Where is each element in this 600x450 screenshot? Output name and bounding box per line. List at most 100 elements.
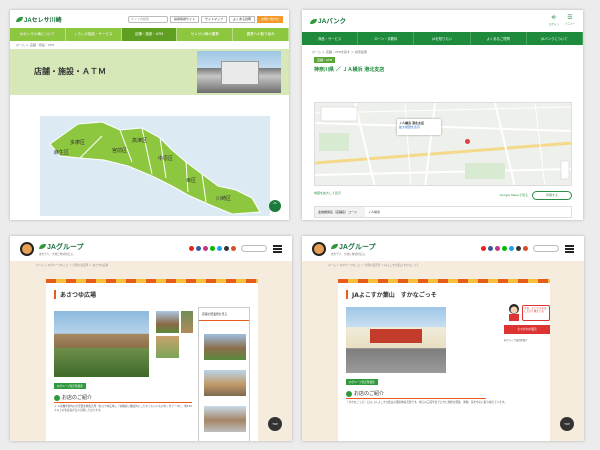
door-icon: ⎆ xyxy=(551,14,557,21)
content-card: JAよこすか葉山 すかなごっそ 今日、どこから来ましたか？教えてね ちゃがわの販… xyxy=(338,279,550,441)
district-label[interactable]: 中原区 xyxy=(158,155,173,162)
breadcrumb: ホーム ＞ 店舗・ATMを探す ＞ 検索結果 xyxy=(312,50,367,54)
nav-item-faq[interactable]: よくあるご質問 xyxy=(471,32,527,45)
search-input[interactable]: サイト内検索 xyxy=(127,15,168,23)
district-label[interactable]: 宮前区 xyxy=(112,147,127,154)
popup-link[interactable]: 拡大地図を表示 xyxy=(399,125,439,129)
instagram-icon[interactable] xyxy=(495,246,500,251)
site-logo[interactable]: JAセレサ川崎 xyxy=(16,15,62,24)
section-heading: お店のご紹介 xyxy=(54,394,192,403)
facebook-icon[interactable] xyxy=(196,246,201,251)
menu-button[interactable]: ☰ メニュー xyxy=(565,14,575,26)
breadcrumb: ホーム ＞ JAグループのこと ＞ 全国の直売所 ＞ JAよこすか葉山 すかなご… xyxy=(328,264,419,267)
info-table-row: 金融機関名（店舗名）コード ＪＡ横浜 xyxy=(314,206,572,218)
site-logo[interactable]: JAグループ 食を守り、大地と地域を結ぶ。 xyxy=(331,242,376,256)
shop-thumb[interactable] xyxy=(156,311,179,333)
note-icon[interactable] xyxy=(523,246,528,251)
page-top-button[interactable]: ^ xyxy=(269,200,281,212)
category-badge: 店舗・ATM xyxy=(314,57,336,63)
note-icon[interactable] xyxy=(231,246,236,251)
nav-item-products[interactable]: 商品・サービス xyxy=(302,32,359,45)
leaf-icon xyxy=(331,244,338,250)
contact-button[interactable]: お問い合わせ xyxy=(256,15,283,23)
nav-item-services[interactable]: くらしの相談・サービス xyxy=(66,28,122,41)
header-button-recruit[interactable]: 採用情報サイト xyxy=(169,15,199,23)
hamburger-icon[interactable] xyxy=(565,244,574,253)
youtube-icon[interactable] xyxy=(481,246,486,251)
nav-item-agriculture[interactable]: セレサ川崎の農業 xyxy=(177,28,234,41)
tiktok-icon[interactable] xyxy=(516,246,521,251)
map-pin-icon[interactable] xyxy=(465,139,470,144)
site-logo[interactable]: JAグループ 食を守り、大地と地域を結ぶ。 xyxy=(39,242,84,256)
district-label[interactable]: 麻生区 xyxy=(54,149,69,156)
instagram-icon[interactable] xyxy=(203,246,208,251)
shop-thumb[interactable] xyxy=(181,311,193,333)
hamburger-icon[interactable] xyxy=(273,244,282,253)
side-link[interactable]: JAグループ直売所紹介 xyxy=(504,338,528,342)
section-heading: お店のご紹介 xyxy=(346,390,486,399)
tiktok-icon[interactable] xyxy=(224,246,229,251)
login-button[interactable]: ⎆ ログイン xyxy=(549,14,559,26)
leaf-icon xyxy=(346,390,352,397)
district-label[interactable]: 川崎区 xyxy=(216,195,231,202)
map-footer: 地図を拡大して表示 Google Mapsで見る 印刷する xyxy=(314,191,572,201)
table-cell: ＪＡ横浜 xyxy=(368,210,381,214)
leaf-icon xyxy=(310,18,317,24)
nav-item-shops[interactable]: 店舗・施設・ATM xyxy=(121,28,178,41)
shop-description: 「すかなごっそ」とは、JA よこすか葉山の農産物直売所です。地元の三浦半島でとれ… xyxy=(346,401,507,404)
related-shops: 店舗の農業所を見る xyxy=(198,307,250,441)
district-label[interactable]: 幸区 xyxy=(186,178,196,184)
speech-bubble: 今日、どこから来ましたか？教えてね xyxy=(522,305,550,321)
search-input[interactable] xyxy=(241,245,267,252)
district-label[interactable]: 高津区 xyxy=(132,137,147,144)
site-logo[interactable]: JAバンク xyxy=(310,15,346,25)
shop-search-tag[interactable]: JAグループ直売所検索 xyxy=(54,383,86,389)
site-header: JAグループ 食を守り、大地と地域を結ぶ。 xyxy=(10,236,292,261)
facebook-icon[interactable] xyxy=(488,246,493,251)
district-label[interactable]: 多摩区 xyxy=(70,139,85,146)
twitter-icon[interactable] xyxy=(509,246,514,251)
related-heading: 店舗の農業所を見る xyxy=(199,308,249,321)
screenshot-sukanagosso: JAグループ 食を守り、大地と地域を結ぶ。 ホーム ＞ JAグループのこと ＞ … xyxy=(302,236,584,441)
related-shop-photo[interactable] xyxy=(204,370,246,396)
header-button-faq[interactable]: よくある質問 xyxy=(228,15,255,23)
line-icon[interactable] xyxy=(210,246,215,251)
line-icon[interactable] xyxy=(502,246,507,251)
leaf-icon xyxy=(39,244,46,250)
table-header: 金融機関名（店舗名）コード xyxy=(315,207,365,217)
related-shop-photo[interactable] xyxy=(204,334,246,360)
page-hero: 店舗・施設・ＡＴＭ xyxy=(10,49,289,95)
shop-thumb[interactable] xyxy=(156,336,179,358)
mascot-girl-icon xyxy=(506,303,522,321)
page-top-button[interactable]: TOP xyxy=(268,417,282,431)
youtube-icon[interactable] xyxy=(189,246,194,251)
twitter-icon[interactable] xyxy=(217,246,222,251)
page-top-button[interactable]: TOP xyxy=(560,417,574,431)
shop-description: Ｊ Ａ前橋市管内の大型農産物直売所「あさつゆ広場」。「前橋産に徹底的にこだわった… xyxy=(54,405,192,412)
nav-item-initiatives[interactable]: 農業への取り組み xyxy=(233,28,289,41)
branch-title: 神奈川県 ／ ＪＡ横浜 港北支店 xyxy=(314,67,385,73)
site-header: JAグループ 食を守り、大地と地域を結ぶ。 xyxy=(302,236,584,261)
nav-item-loans[interactable]: ローン・手数料 xyxy=(358,32,415,45)
nav-item-about[interactable]: JAセレサ川崎について xyxy=(10,28,66,41)
nav-item-about[interactable]: JAバンクについて xyxy=(527,32,583,45)
shop-search-tag[interactable]: JAグループ直売所検索 xyxy=(346,379,378,385)
page-title: 店舗・施設・ＡＴＭ xyxy=(34,67,106,76)
google-map[interactable]: ＪＡ横浜 港北支店 拡大地図を表示 xyxy=(314,102,572,186)
enlarge-map-link[interactable]: 地図を拡大して表示 xyxy=(314,191,341,195)
scallop-divider xyxy=(46,279,258,283)
map-info-popup[interactable]: ＪＡ横浜 港北支店 拡大地図を表示 xyxy=(397,119,441,135)
nav-item-know-ja[interactable]: JAを知りたい xyxy=(414,32,471,45)
header-button-sitemap[interactable]: サイトマップ xyxy=(200,15,227,23)
search-input[interactable] xyxy=(533,245,559,252)
site-header: JAセレサ川崎 サイト内検索 採用情報サイト サイトマップ よくある質問 お問い… xyxy=(10,10,289,28)
google-maps-link[interactable]: Google Mapsで見る xyxy=(500,193,528,197)
product-button[interactable]: ちゃがわの販売 xyxy=(504,325,550,334)
related-shop-photo[interactable] xyxy=(204,406,246,432)
print-button[interactable]: 印刷する xyxy=(532,191,572,200)
shop-main-photo xyxy=(54,311,149,377)
breadcrumb: ホーム ＞ 店舗・施設・ATM xyxy=(16,43,55,47)
breadcrumb: ホーム ＞ JAグループのこと ＞ 全国の直売所 ＞ あさつゆ広場 xyxy=(36,264,109,267)
tagline: 食を守り、大地と地域を結ぶ。 xyxy=(331,252,368,256)
tagline: 食を守り、大地と地域を結ぶ。 xyxy=(39,252,76,256)
